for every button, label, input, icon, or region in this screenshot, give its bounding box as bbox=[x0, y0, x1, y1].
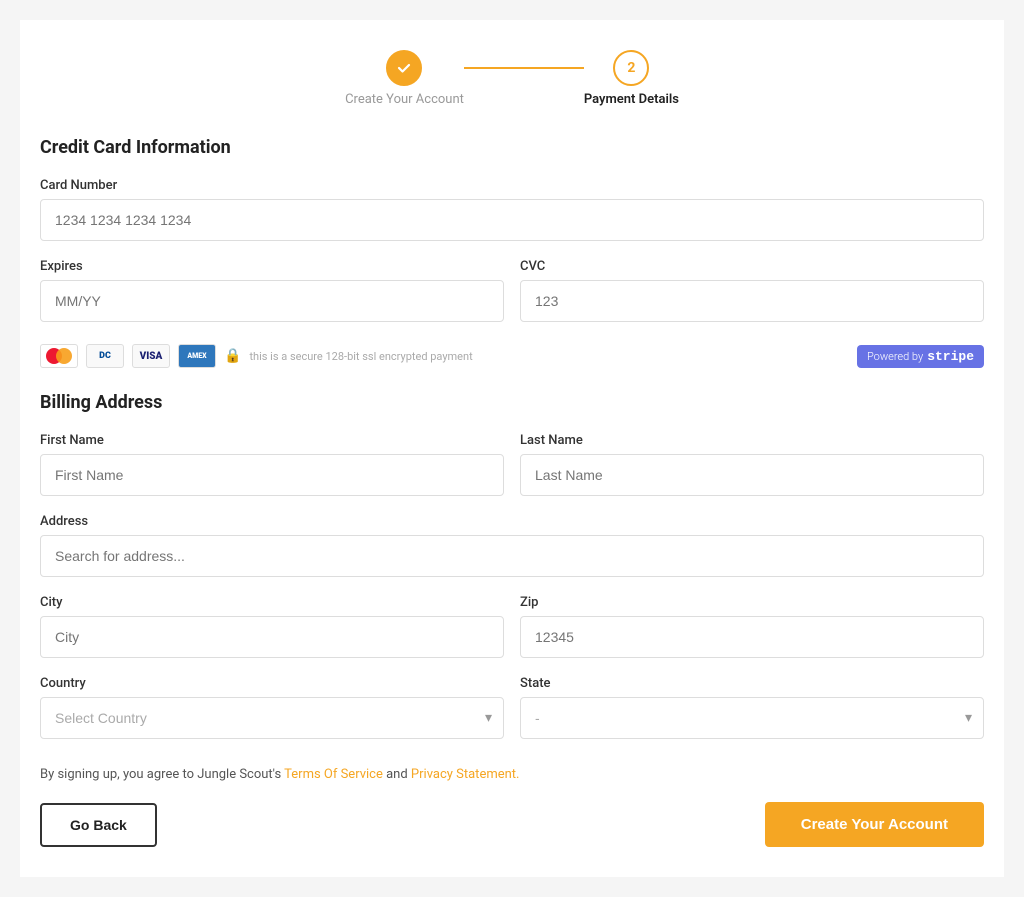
page-container: Create Your Account 2 Payment Details Cr… bbox=[20, 20, 1004, 877]
stepper: Create Your Account 2 Payment Details bbox=[40, 50, 984, 107]
first-name-group: First Name bbox=[40, 433, 504, 496]
last-name-group: Last Name bbox=[520, 433, 984, 496]
first-name-input[interactable] bbox=[40, 454, 504, 496]
privacy-statement-link[interactable]: Privacy Statement. bbox=[411, 767, 520, 782]
visa-icon: VISA bbox=[132, 344, 170, 368]
zip-input[interactable] bbox=[520, 616, 984, 658]
country-group: Country Select Country bbox=[40, 676, 504, 739]
back-button[interactable]: Go Back bbox=[40, 803, 157, 847]
terms-text: By signing up, you agree to Jungle Scout… bbox=[40, 767, 984, 782]
expires-cvc-row: Expires CVC bbox=[40, 259, 984, 340]
step-2-circle: 2 bbox=[613, 50, 649, 86]
expires-label: Expires bbox=[40, 259, 504, 274]
card-number-label: Card Number bbox=[40, 178, 984, 193]
address-label: Address bbox=[40, 514, 984, 529]
credit-card-section-title: Credit Card Information bbox=[40, 137, 984, 158]
diners-icon: DC bbox=[86, 344, 124, 368]
step-2: 2 Payment Details bbox=[584, 50, 679, 107]
city-label: City bbox=[40, 595, 504, 610]
cvc-input[interactable] bbox=[520, 280, 984, 322]
card-number-group: Card Number bbox=[40, 178, 984, 241]
terms-of-service-link[interactable]: Terms Of Service bbox=[284, 767, 383, 782]
stripe-powered-text: Powered by bbox=[867, 350, 923, 363]
create-account-button[interactable]: Create Your Account bbox=[765, 802, 984, 847]
step-2-label: Payment Details bbox=[584, 92, 679, 107]
step-1-label: Create Your Account bbox=[345, 92, 464, 107]
state-group: State - bbox=[520, 676, 984, 739]
mastercard-icon bbox=[40, 344, 78, 368]
step-connector bbox=[464, 67, 584, 69]
country-label: Country bbox=[40, 676, 504, 691]
city-group: City bbox=[40, 595, 504, 658]
stripe-name: stripe bbox=[927, 349, 974, 364]
secure-text: this is a secure 128-bit ssl encrypted p… bbox=[249, 350, 472, 363]
zip-group: Zip bbox=[520, 595, 984, 658]
city-zip-row: City Zip bbox=[40, 595, 984, 676]
step-1-circle bbox=[386, 50, 422, 86]
state-select-wrapper: - bbox=[520, 697, 984, 739]
state-select[interactable]: - bbox=[520, 697, 984, 739]
last-name-input[interactable] bbox=[520, 454, 984, 496]
expires-input[interactable] bbox=[40, 280, 504, 322]
name-row: First Name Last Name bbox=[40, 433, 984, 514]
country-select[interactable]: Select Country bbox=[40, 697, 504, 739]
address-input[interactable] bbox=[40, 535, 984, 577]
lock-icon: 🔒 bbox=[224, 348, 241, 364]
address-group: Address bbox=[40, 514, 984, 577]
stripe-badge: Powered by stripe bbox=[857, 345, 984, 368]
cvc-label: CVC bbox=[520, 259, 984, 274]
footer-buttons: Go Back Create Your Account bbox=[40, 802, 984, 847]
country-state-row: Country Select Country State - bbox=[40, 676, 984, 757]
cvc-group: CVC bbox=[520, 259, 984, 322]
country-select-wrapper: Select Country bbox=[40, 697, 504, 739]
first-name-label: First Name bbox=[40, 433, 504, 448]
zip-label: Zip bbox=[520, 595, 984, 610]
step-1: Create Your Account bbox=[345, 50, 464, 107]
expires-group: Expires bbox=[40, 259, 504, 322]
city-input[interactable] bbox=[40, 616, 504, 658]
amex-icon: AMEX bbox=[178, 344, 216, 368]
state-label: State bbox=[520, 676, 984, 691]
card-number-input[interactable] bbox=[40, 199, 984, 241]
payment-icons-row: DC VISA AMEX 🔒 this is a secure 128-bit … bbox=[40, 344, 984, 368]
billing-section-title: Billing Address bbox=[40, 392, 984, 413]
last-name-label: Last Name bbox=[520, 433, 984, 448]
